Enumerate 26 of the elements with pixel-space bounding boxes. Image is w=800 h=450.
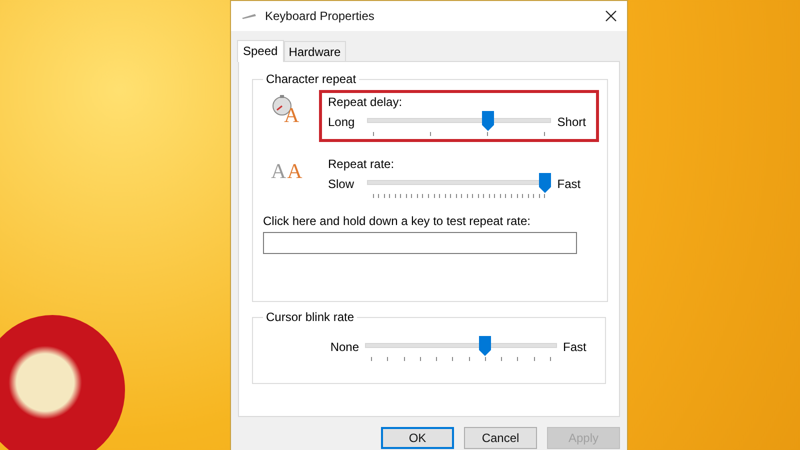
slider-max-label: Fast [557,177,582,191]
dialog-button[interactable]: OK [381,427,454,449]
slider-min-label: None [329,340,359,354]
slider-min-label: Slow [328,177,356,191]
slider[interactable] [366,113,552,139]
slider-label: Repeat rate: [328,157,396,171]
group-title: Cursor blink rate [265,310,356,324]
slider-min-label: Long [328,115,356,129]
tab[interactable]: Speed [237,40,284,62]
slider[interactable] [366,175,552,201]
test-input-field[interactable] [263,232,577,254]
keyboard-icon [241,12,257,20]
close-icon[interactable] [605,10,617,22]
slider-max-label: Short [557,115,587,129]
slider-thumb[interactable] [539,173,552,193]
tab[interactable]: Hardware [284,41,346,61]
test-field-label: Click here and hold down a key to test repeat rate: [263,214,532,228]
dialog-button[interactable]: Cancel [464,427,537,449]
letters-icon: AA [271,156,303,182]
slider-thumb[interactable] [479,336,492,356]
group-title: Character repeat [265,72,358,86]
window-title: Keyboard Properties [265,9,376,23]
slider-thumb[interactable] [482,111,494,131]
slider-label: Repeat delay: [328,95,404,109]
slider-max-label: Fast [563,340,588,354]
slider[interactable] [365,338,557,364]
